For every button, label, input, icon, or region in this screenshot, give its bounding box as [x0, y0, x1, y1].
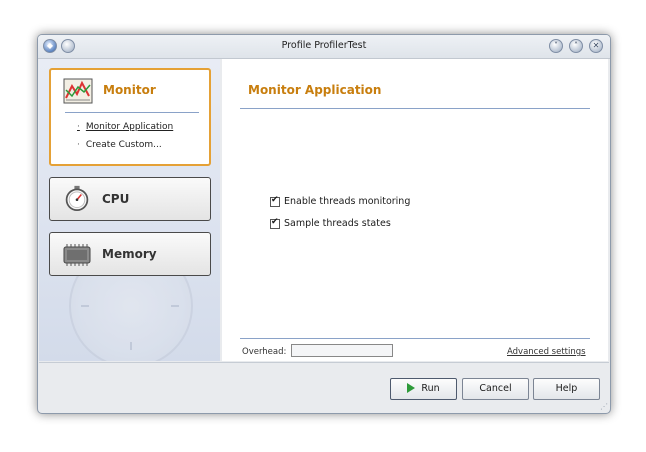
memory-chip-icon	[63, 244, 91, 266]
category-cpu[interactable]: CPU	[49, 177, 211, 221]
category-label-memory: Memory	[102, 247, 157, 261]
category-label-monitor: Monitor	[103, 83, 156, 97]
run-button[interactable]: Run	[390, 378, 457, 400]
overhead-divider	[240, 338, 590, 339]
subitem-label: Monitor Application	[85, 122, 174, 132]
gauge-tick	[130, 342, 132, 350]
cancel-button[interactable]: Cancel	[462, 378, 529, 400]
category-memory[interactable]: Memory	[49, 232, 211, 276]
category-monitor[interactable]: Monitor · Monitor Application · Create Cus…	[49, 68, 211, 166]
minimize-icon[interactable]: ˅	[549, 39, 563, 53]
help-button[interactable]: Help	[533, 378, 600, 400]
overhead-meter	[291, 344, 393, 357]
subitem-monitor-application[interactable]: · Monitor Application	[77, 122, 173, 132]
run-button-label: Run	[421, 383, 440, 394]
bullet-glyph: ·	[77, 140, 80, 150]
stopwatch-icon	[65, 185, 89, 211]
option-label: Enable threads monitoring	[284, 196, 411, 207]
settings-panel: Monitor Application Enable threads monit…	[222, 59, 608, 361]
profile-dialog-window: ◆ Profile ProfilerTest ˅ ˄ ✕ Monitor · Mo…	[37, 34, 611, 414]
play-icon	[407, 382, 416, 393]
category-label-cpu: CPU	[102, 192, 130, 206]
gauge-tick	[81, 305, 89, 307]
overhead-label: Overhead:	[242, 347, 287, 357]
category-divider	[65, 112, 199, 113]
advanced-settings-link[interactable]: Advanced settings	[507, 347, 586, 357]
checkbox-checked[interactable]	[270, 217, 280, 229]
gauge-tick	[171, 305, 179, 307]
title-bar[interactable]: ◆ Profile ProfilerTest ˅ ˄ ✕	[38, 35, 610, 59]
window-title: Profile ProfilerTest	[281, 40, 367, 51]
close-icon[interactable]: ✕	[589, 39, 603, 53]
checkbox-checked[interactable]	[270, 195, 280, 207]
panel-title-divider	[240, 108, 590, 109]
bullet-glyph: ·	[77, 122, 80, 132]
panel-title: Monitor Application	[248, 83, 382, 97]
option-sample-threads-states[interactable]: Sample threads states	[270, 217, 391, 232]
subitem-create-custom[interactable]: · Create Custom...	[77, 140, 162, 150]
subitem-label: Create Custom...	[85, 140, 162, 150]
resize-grip-icon[interactable]: ⋰	[600, 403, 608, 411]
profiling-category-sidebar: Monitor · Monitor Application · Create Cus…	[39, 59, 220, 361]
button-bar-divider	[39, 362, 609, 363]
option-enable-threads-monitoring[interactable]: Enable threads monitoring	[270, 195, 411, 210]
monitor-chart-icon	[63, 78, 93, 104]
option-label: Sample threads states	[284, 218, 391, 229]
maximize-icon[interactable]: ˄	[569, 39, 583, 53]
